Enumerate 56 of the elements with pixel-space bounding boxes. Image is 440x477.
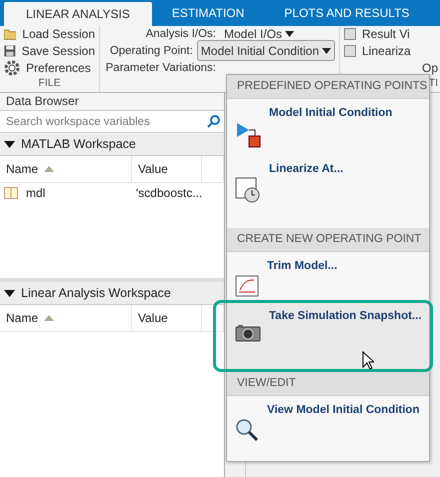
column-header[interactable]: Value [132, 305, 202, 331]
field-label: Analysis I/Os: [144, 28, 216, 40]
save-icon [4, 42, 16, 59]
option-label: Op [422, 60, 438, 75]
checkbox[interactable] [344, 28, 356, 40]
column-header[interactable]: Name [0, 305, 132, 331]
sort-icon [44, 166, 54, 172]
section-label: FILE [37, 76, 62, 91]
menu-item[interactable]: Model Initial Condition [227, 99, 429, 155]
search-icon [235, 418, 259, 442]
clock-icon [235, 177, 261, 203]
search-icon [207, 115, 220, 128]
menu-item[interactable]: Take Simulation Snapshot... [227, 302, 429, 372]
caret-icon [322, 48, 331, 54]
checkbox-label: Result Vi [362, 27, 410, 42]
settings-icon [4, 60, 20, 76]
menu-item[interactable]: Linearize At... [227, 155, 429, 228]
workspace-title: MATLAB Workspace [21, 137, 136, 151]
menu-item[interactable]: Trim Model... [227, 252, 429, 302]
toolbar-button[interactable]: Save Session [22, 44, 95, 58]
tab[interactable]: LINEAR ANALYSIS [4, 2, 152, 26]
sort-icon [44, 315, 54, 321]
column-title: Name [6, 311, 38, 325]
search-field[interactable]: Search workspace variables [4, 114, 207, 128]
variable-value: 'scdboostc... [135, 186, 202, 200]
column-title: Value [138, 162, 168, 176]
expand-icon [4, 290, 15, 296]
workspace-header[interactable]: Linear Analysis Workspace [0, 282, 224, 305]
column-title: Name [6, 162, 38, 176]
menu-header: VIEW/EDIT [227, 372, 429, 396]
column-header[interactable]: Name [0, 156, 132, 182]
menu-header: CREATE NEW OPERATING POINT [227, 228, 429, 252]
workspace-title: Linear Analysis Workspace [21, 286, 171, 300]
camera-icon [235, 324, 261, 342]
toolbar-button[interactable]: Load Session [22, 27, 95, 42]
tab[interactable]: PLOTS AND RESULTS [264, 0, 430, 26]
column-title: Value [138, 311, 168, 325]
column-header[interactable]: Value [132, 156, 202, 182]
menu-header: PREDEFINED OPERATING POINTS [227, 75, 429, 99]
toolbar-button[interactable]: Preferences [26, 60, 91, 75]
folder-icon [4, 27, 16, 42]
menu-item[interactable]: View Model Initial Condition [227, 396, 429, 461]
expand-icon [4, 140, 15, 148]
checkbox[interactable] [344, 44, 356, 57]
cursor-icon [362, 351, 374, 370]
variable-name: mdl [25, 186, 46, 200]
field-label: Parameter Variations: [104, 62, 216, 74]
field-label: Operating Point: [108, 44, 193, 57]
caret-icon [285, 31, 294, 38]
tab[interactable]: ESTIMATION [152, 0, 264, 26]
block-diagram-icon [235, 121, 261, 149]
workspace-header[interactable]: MATLAB Workspace [0, 133, 224, 156]
section-label: TI [428, 76, 438, 91]
checkbox-label: Lineariza [362, 44, 411, 58]
panel-title: Data Browser [0, 93, 224, 111]
dropdown[interactable]: Model Initial Condition [196, 40, 335, 62]
